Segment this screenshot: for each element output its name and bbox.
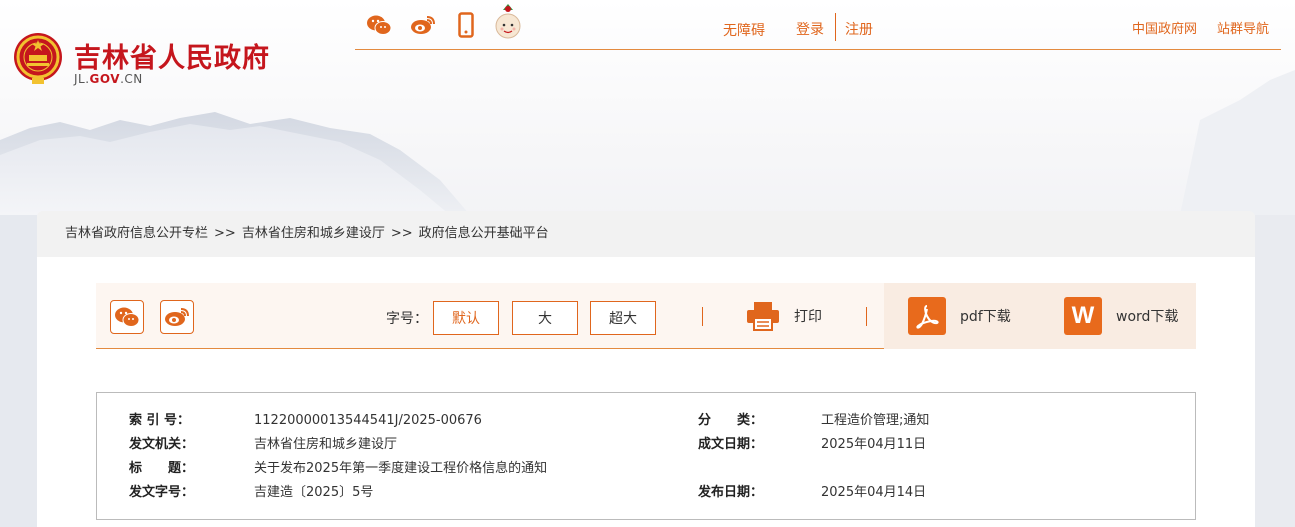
printer-icon [747,302,779,331]
toolbar-divider [702,307,703,326]
word-download-button[interactable]: W word下载 [1040,283,1196,349]
published-date-value: 2025年04月14日 [821,485,927,500]
national-emblem-logo [12,30,64,92]
word-icon-letter: W [1071,302,1095,329]
category-value: 工程造价管理;通知 [821,413,930,428]
document-number-value: 吉建造〔2025〕5号 [254,485,374,500]
register-link[interactable]: 注册 [845,19,873,39]
site-domain-prefix: JL. [74,72,90,86]
breadcrumb-separator: >> [214,226,236,241]
mascot-icon[interactable] [493,2,523,46]
breadcrumb-item-info-column[interactable]: 吉林省政府信息公开专栏 [65,226,208,241]
share-weibo-button[interactable] [160,300,194,334]
pdf-download-button[interactable]: pdf下载 [884,283,1040,349]
index-number-value: 11220000013544541J/2025-00676 [254,413,482,428]
font-size-large-button[interactable]: 大 [512,301,578,335]
print-label: 打印 [794,309,822,325]
site-title[interactable]: 吉林省人民政府 [74,36,270,75]
category-label: 分 类： [698,413,764,428]
gov-portal-link[interactable]: 中国政府网 [1132,18,1197,37]
title-value: 关于发布2025年第一季度建设工程价格信息的通知 [254,461,548,476]
info-row: 标 题： 关于发布2025年第一季度建设工程价格信息的通知 [97,457,1197,481]
wechat-icon [115,307,140,327]
index-number-label: 索 引 号： [129,413,191,428]
site-nav-link[interactable]: 站群导航 [1217,18,1269,37]
site-domain-suffix: .CN [120,72,143,86]
pdf-icon [908,297,946,335]
font-size-label: 字号： [386,311,428,327]
wechat-icon[interactable] [366,14,392,40]
document-number-label: 发文字号： [129,485,195,500]
login-link[interactable]: 登录 [796,19,824,39]
weibo-icon [165,308,189,326]
created-date-label: 成文日期： [698,437,764,452]
word-icon: W [1064,297,1102,335]
pdf-download-label: pdf下载 [960,309,1011,325]
issuer-label: 发文机关： [129,437,195,452]
header-divider [835,13,836,41]
mobile-icon[interactable] [458,12,474,42]
info-row: 索 引 号： 11220000013544541J/2025-00676 分 类… [97,409,1197,433]
header-underline [355,49,1281,50]
breadcrumb-separator: >> [390,226,413,241]
info-row: 发文字号： 吉建造〔2025〕5号 发布日期： 2025年04月14日 [97,481,1197,505]
article-toolbar: 字号： 默认 大 超大 打印 pdf下载 W word下载 [96,283,1196,349]
print-button[interactable]: 打印 [746,283,822,349]
title-label: 标 题： [129,461,195,476]
word-download-label: word下载 [1116,309,1179,325]
site-domain-gov: GOV [89,72,121,86]
document-info-table: 索 引 号： 11220000013544541J/2025-00676 分 类… [96,392,1196,520]
font-size-xlarge-button[interactable]: 超大 [590,301,656,335]
share-wechat-button[interactable] [110,300,144,334]
breadcrumb: 吉林省政府信息公开专栏 >> 吉林省住房和城乡建设厅 >> 政府信息公开基础平台 [37,211,1255,257]
breadcrumb-item-platform[interactable]: 政府信息公开基础平台 [419,226,549,241]
info-row: 发文机关： 吉林省住房和城乡建设厅 成文日期： 2025年04月11日 [97,433,1197,457]
published-date-label: 发布日期： [698,485,764,500]
created-date-value: 2025年04月11日 [821,437,927,452]
weibo-icon[interactable] [410,14,436,40]
font-size-default-button[interactable]: 默认 [433,301,499,335]
site-domain: JL.GOV.CN [74,72,143,86]
issuer-value: 吉林省住房和城乡建设厅 [254,437,398,452]
toolbar-divider [866,307,867,326]
breadcrumb-item-housing-dept[interactable]: 吉林省住房和城乡建设厅 [242,226,385,241]
accessibility-link[interactable]: 无障碍 [723,20,765,40]
